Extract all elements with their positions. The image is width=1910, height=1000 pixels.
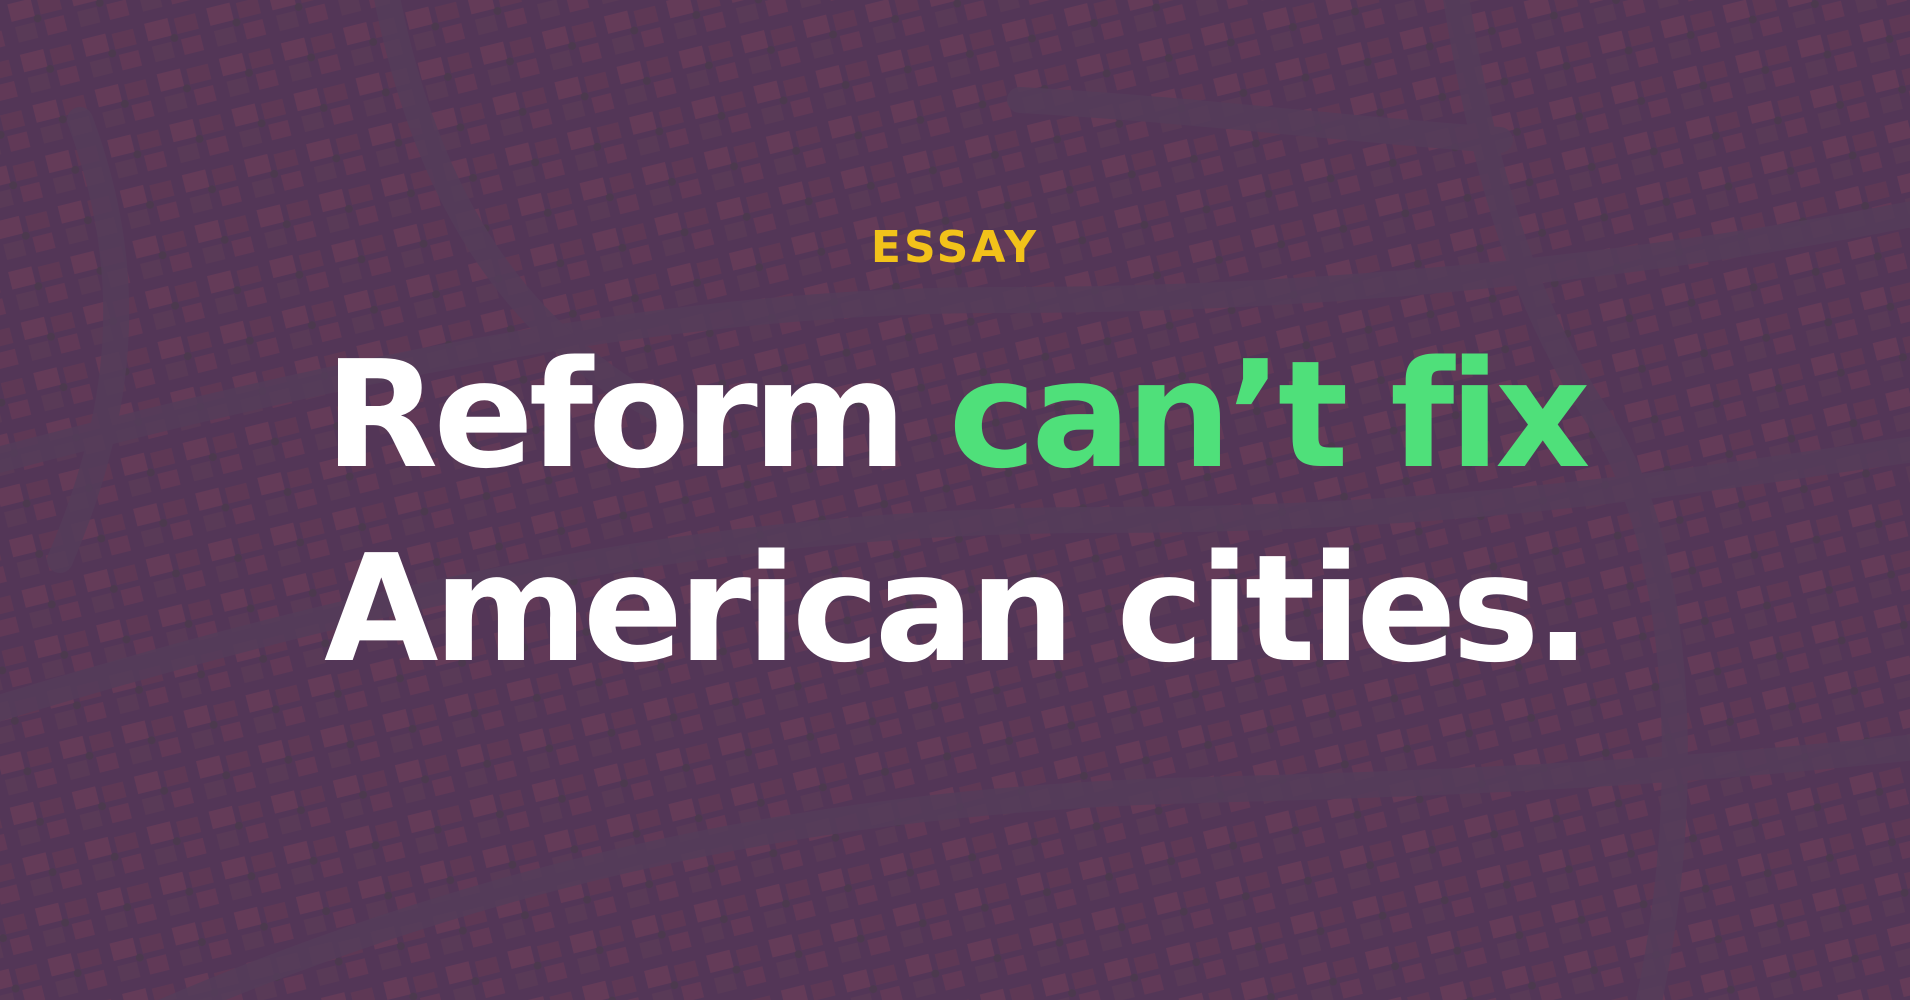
headline-line-2: American cities. bbox=[324, 523, 1591, 695]
hero-content: ESSAY Reform can’t fix American cities. bbox=[0, 0, 1910, 1000]
headline-line-1: Reform can’t fix bbox=[0, 318, 1910, 512]
headline-accent-text: can’t fix bbox=[948, 329, 1591, 501]
headline-plain-text: Reform bbox=[324, 329, 949, 501]
section-kicker: ESSAY bbox=[870, 222, 1040, 273]
hero-banner: ESSAY Reform can’t fix American cities. bbox=[0, 0, 1910, 1000]
headline: Reform can’t fix American cities. bbox=[0, 318, 1910, 706]
